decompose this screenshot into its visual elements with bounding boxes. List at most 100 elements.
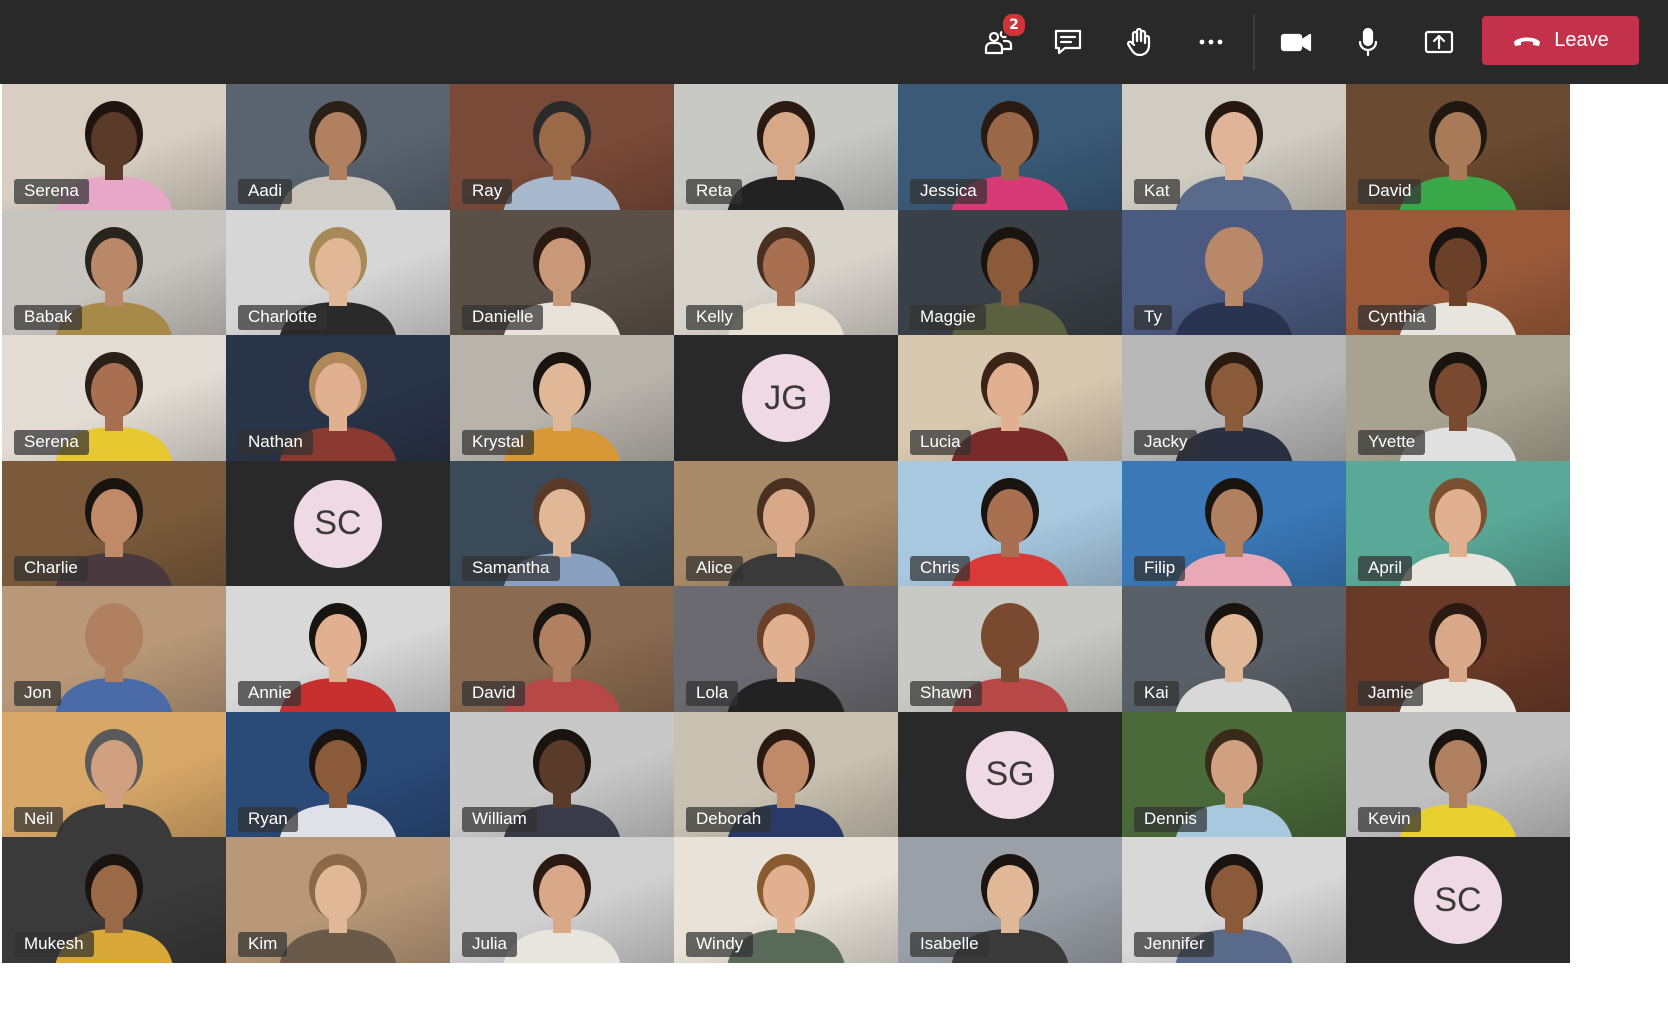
- participant-tile[interactable]: Filip: [1122, 460, 1346, 587]
- participant-tile[interactable]: William: [450, 711, 674, 838]
- participant-tile[interactable]: Kat: [1122, 84, 1346, 210]
- participant-tile[interactable]: Ty: [1122, 209, 1346, 336]
- microphone-icon: [1358, 27, 1378, 57]
- participant-tile[interactable]: Deborah: [674, 711, 898, 838]
- participant-tile[interactable]: Serena: [2, 335, 226, 461]
- participant-tile[interactable]: Cynthia: [1346, 209, 1570, 336]
- participant-name-label: Shawn: [910, 681, 982, 706]
- share-screen-icon: [1424, 30, 1454, 54]
- participant-tile[interactable]: Aadi: [226, 84, 450, 210]
- participant-tile[interactable]: Jennifer: [1122, 837, 1346, 963]
- participant-tile[interactable]: Samantha: [450, 460, 674, 587]
- participant-tile[interactable]: Reta: [674, 84, 898, 210]
- participant-tile[interactable]: Jon: [2, 586, 226, 712]
- participant-tile[interactable]: Charlotte: [226, 209, 450, 336]
- participant-tile[interactable]: JG: [674, 335, 898, 461]
- participant-tile[interactable]: Babak: [2, 209, 226, 336]
- participant-name-label: Isabelle: [910, 932, 989, 957]
- participant-tile[interactable]: Ryan: [226, 711, 450, 838]
- participant-tile[interactable]: Maggie: [898, 209, 1122, 336]
- participant-tile[interactable]: Kelly: [674, 209, 898, 336]
- participant-name-label: Jennifer: [1134, 932, 1215, 957]
- participant-avatar: SG: [966, 730, 1054, 819]
- participant-tile[interactable]: Annie: [226, 586, 450, 712]
- participant-name-label: Charlotte: [238, 304, 327, 330]
- participant-name-label: Julia: [462, 932, 517, 957]
- participant-tile[interactable]: David: [1346, 84, 1570, 210]
- participant-video: [1175, 226, 1293, 336]
- meeting-toolbar: 2 Leave: [0, 0, 1668, 84]
- participant-tile[interactable]: Mukesh: [2, 837, 226, 963]
- participant-name-label: Maggie: [910, 304, 986, 330]
- toolbar-divider: [1253, 14, 1255, 70]
- participant-tile[interactable]: Chris: [898, 460, 1122, 587]
- participant-tile[interactable]: Charlie: [2, 460, 226, 587]
- share-screen-button[interactable]: [1413, 16, 1465, 68]
- participant-name-label: Jacky: [1134, 430, 1198, 455]
- participant-tile[interactable]: Shawn: [898, 586, 1122, 712]
- participant-name-label: Filip: [1134, 555, 1186, 581]
- participant-name-label: April: [1358, 555, 1413, 581]
- participant-name-label: Lucia: [910, 430, 971, 455]
- camera-icon: [1280, 33, 1312, 52]
- participant-name-label: Nathan: [238, 430, 313, 455]
- participant-name-label: Ty: [1134, 304, 1172, 330]
- participant-name-label: Cynthia: [1358, 304, 1436, 330]
- participant-tile[interactable]: SG: [898, 711, 1122, 838]
- participant-tile[interactable]: Kevin: [1346, 711, 1570, 838]
- participant-tile[interactable]: Kai: [1122, 586, 1346, 712]
- participant-tile[interactable]: Jessica: [898, 84, 1122, 210]
- participant-name-label: David: [462, 681, 526, 706]
- participant-tile[interactable]: Julia: [450, 837, 674, 963]
- participant-name-label: Mukesh: [14, 932, 94, 957]
- participant-tile[interactable]: Neil: [2, 711, 226, 838]
- participant-tile[interactable]: April: [1346, 460, 1570, 587]
- participant-tile[interactable]: Windy: [674, 837, 898, 963]
- chat-button[interactable]: [1042, 16, 1094, 68]
- participant-tile[interactable]: David: [450, 586, 674, 712]
- raise-hand-button[interactable]: [1113, 16, 1165, 68]
- participants-button[interactable]: 2: [973, 12, 1027, 68]
- participant-tile[interactable]: Lucia: [898, 335, 1122, 461]
- participant-avatar: JG: [742, 354, 830, 442]
- participant-name-label: Dennis: [1134, 806, 1207, 832]
- participant-name-label: David: [1358, 179, 1422, 204]
- participant-video: [1175, 101, 1293, 210]
- participant-tile[interactable]: Yvette: [1346, 335, 1570, 461]
- participant-name-label: Kai: [1134, 681, 1179, 706]
- microphone-button[interactable]: [1342, 16, 1394, 68]
- participant-tile[interactable]: SC: [226, 460, 450, 587]
- participant-tile[interactable]: Nathan: [226, 335, 450, 461]
- participant-name-label: Kevin: [1358, 806, 1421, 832]
- participant-tile[interactable]: Dennis: [1122, 711, 1346, 838]
- participant-video: [55, 603, 173, 712]
- participant-tile[interactable]: Jamie: [1346, 586, 1570, 712]
- more-options-button[interactable]: [1185, 16, 1237, 68]
- participant-name-label: Alice: [686, 555, 743, 581]
- participant-tile[interactable]: Krystal: [450, 335, 674, 461]
- participant-tile[interactable]: Alice: [674, 460, 898, 587]
- participant-tile[interactable]: Kim: [226, 837, 450, 963]
- hang-up-icon: [1514, 37, 1541, 46]
- participant-name-label: Ray: [462, 179, 513, 204]
- participant-name-label: Lola: [686, 681, 739, 706]
- participant-name-label: Charlie: [14, 555, 88, 581]
- participant-tile[interactable]: Jacky: [1122, 335, 1346, 461]
- leave-button[interactable]: Leave: [1482, 16, 1639, 65]
- participant-name-label: Windy: [686, 932, 754, 957]
- participant-grid: Serena Aadi Ray Reta Jessica Kat David Babak Cha…: [2, 84, 1668, 1011]
- raise-hand-icon: [1126, 27, 1151, 57]
- participant-tile[interactable]: Ray: [450, 84, 674, 210]
- camera-button[interactable]: [1270, 16, 1322, 68]
- participant-name-label: Chris: [910, 555, 970, 581]
- participant-tile[interactable]: Danielle: [450, 209, 674, 336]
- participant-avatar: SC: [294, 479, 382, 568]
- participant-name-label: Jamie: [1358, 681, 1424, 706]
- participants-count-badge: 2: [1001, 12, 1027, 38]
- more-options-icon: [1199, 39, 1223, 45]
- participant-tile[interactable]: Lola: [674, 586, 898, 712]
- participant-name-label: Annie: [238, 681, 302, 706]
- participant-tile[interactable]: Isabelle: [898, 837, 1122, 963]
- participant-tile[interactable]: SC: [1346, 837, 1570, 963]
- participant-tile[interactable]: Serena: [2, 84, 226, 210]
